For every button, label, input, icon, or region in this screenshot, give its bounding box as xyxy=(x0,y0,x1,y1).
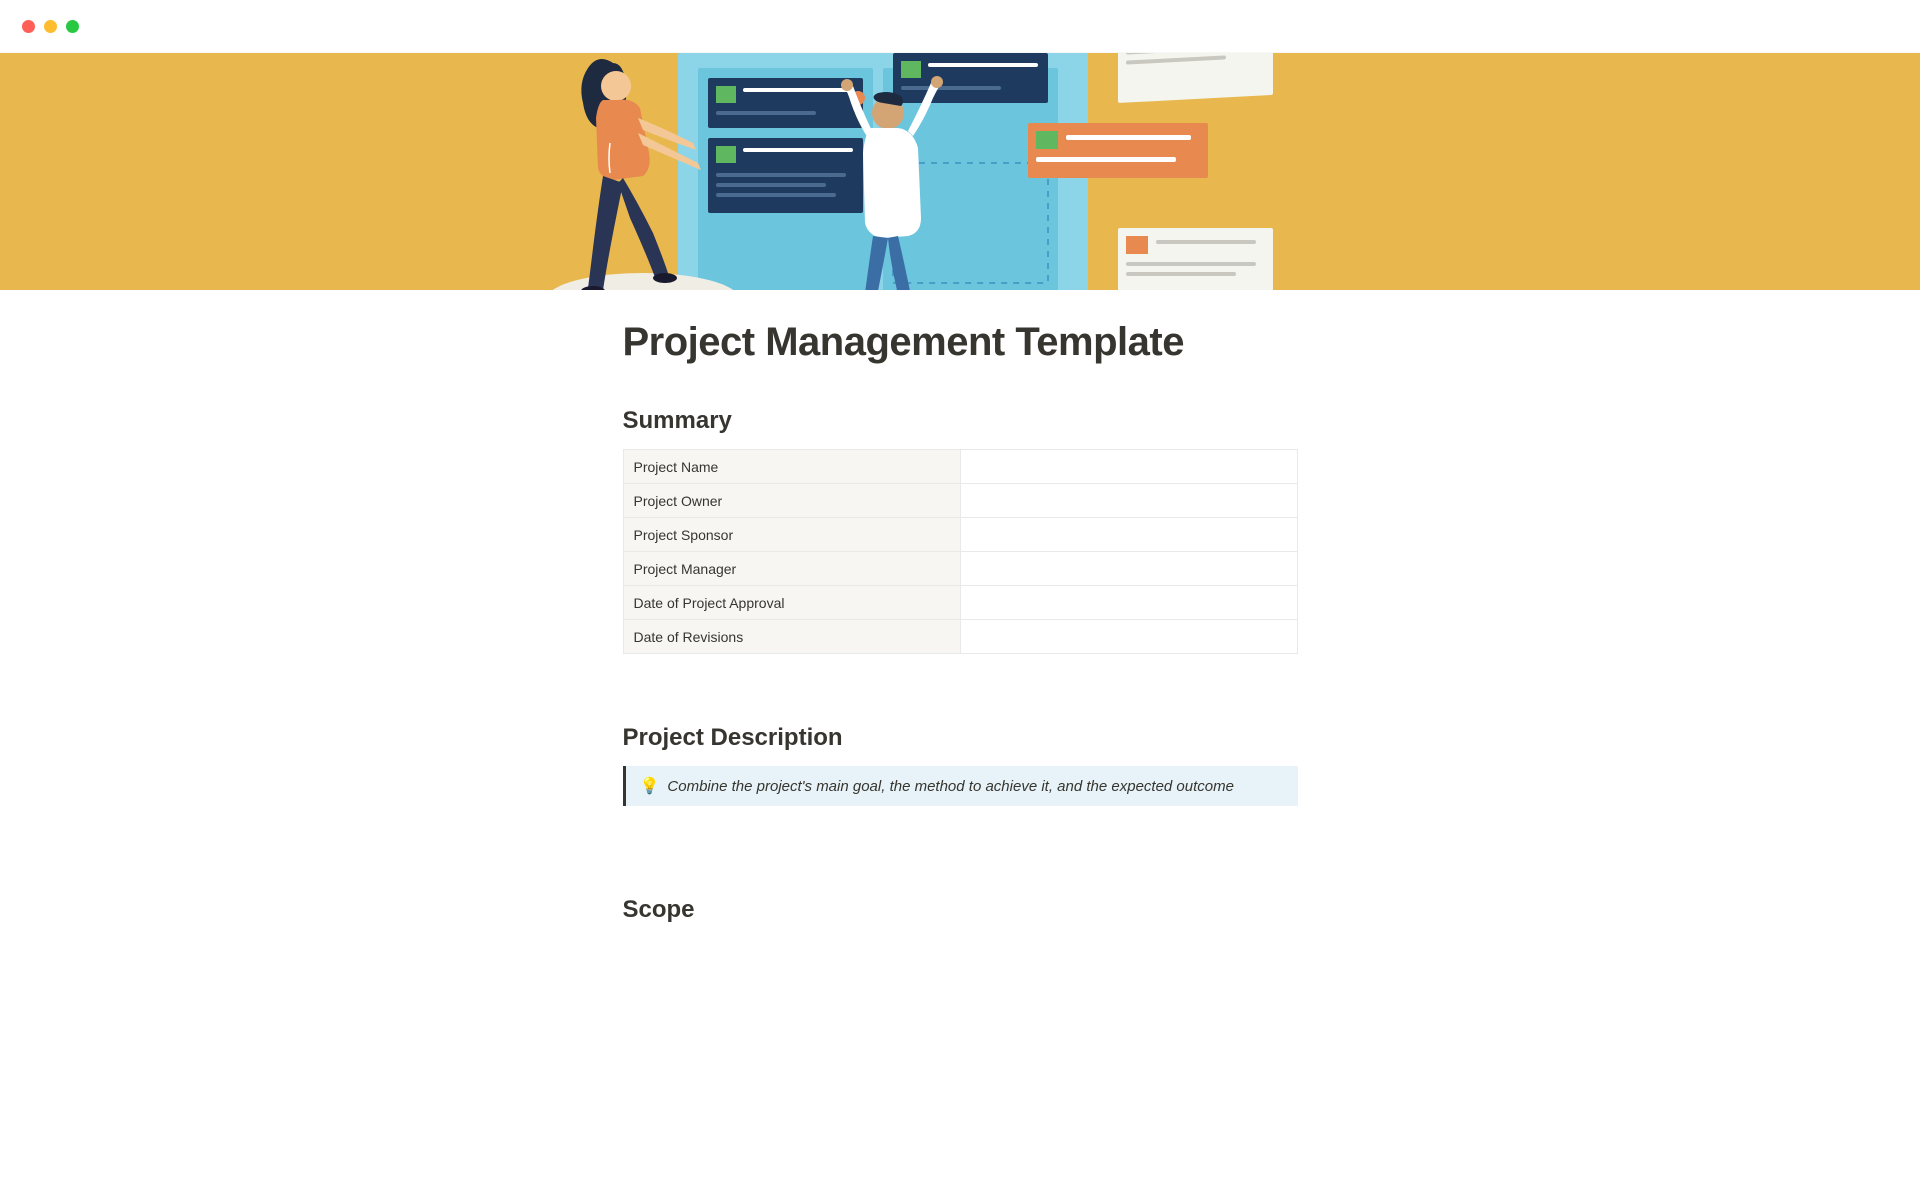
description-callout[interactable]: 💡 Combine the project's main goal, the m… xyxy=(623,766,1298,806)
summary-value[interactable] xyxy=(960,484,1297,518)
summary-value[interactable] xyxy=(960,552,1297,586)
title-bar xyxy=(0,0,1920,53)
summary-value[interactable] xyxy=(960,586,1297,620)
table-row: Project Name xyxy=(623,450,1297,484)
summary-label[interactable]: Project Manager xyxy=(623,552,960,586)
summary-value[interactable] xyxy=(960,450,1297,484)
summary-heading[interactable]: Summary xyxy=(623,407,1298,435)
summary-label[interactable]: Project Name xyxy=(623,450,960,484)
close-button[interactable] xyxy=(22,20,35,33)
table-row: Project Manager xyxy=(623,552,1297,586)
summary-label[interactable]: Date of Revisions xyxy=(623,620,960,654)
description-heading[interactable]: Project Description xyxy=(623,724,1298,752)
cover-illustration xyxy=(438,53,1338,290)
page-content: Project Management Template Summary Proj… xyxy=(623,290,1298,924)
summary-table: Project Name Project Owner Project Spons… xyxy=(623,449,1298,654)
summary-label[interactable]: Project Owner xyxy=(623,484,960,518)
minimize-button[interactable] xyxy=(44,20,57,33)
summary-label[interactable]: Project Sponsor xyxy=(623,518,960,552)
callout-text: Combine the project's main goal, the met… xyxy=(667,778,1234,795)
lightbulb-icon: 💡 xyxy=(640,776,660,796)
maximize-button[interactable] xyxy=(66,20,79,33)
summary-value[interactable] xyxy=(960,620,1297,654)
scope-heading[interactable]: Scope xyxy=(623,896,1298,924)
app-window: Project Management Template Summary Proj… xyxy=(0,0,1920,924)
page-title[interactable]: Project Management Template xyxy=(623,320,1298,365)
cover-image[interactable] xyxy=(0,53,1920,290)
summary-label[interactable]: Date of Project Approval xyxy=(623,586,960,620)
table-row: Date of Project Approval xyxy=(623,586,1297,620)
summary-value[interactable] xyxy=(960,518,1297,552)
table-row: Date of Revisions xyxy=(623,620,1297,654)
table-row: Project Owner xyxy=(623,484,1297,518)
table-row: Project Sponsor xyxy=(623,518,1297,552)
